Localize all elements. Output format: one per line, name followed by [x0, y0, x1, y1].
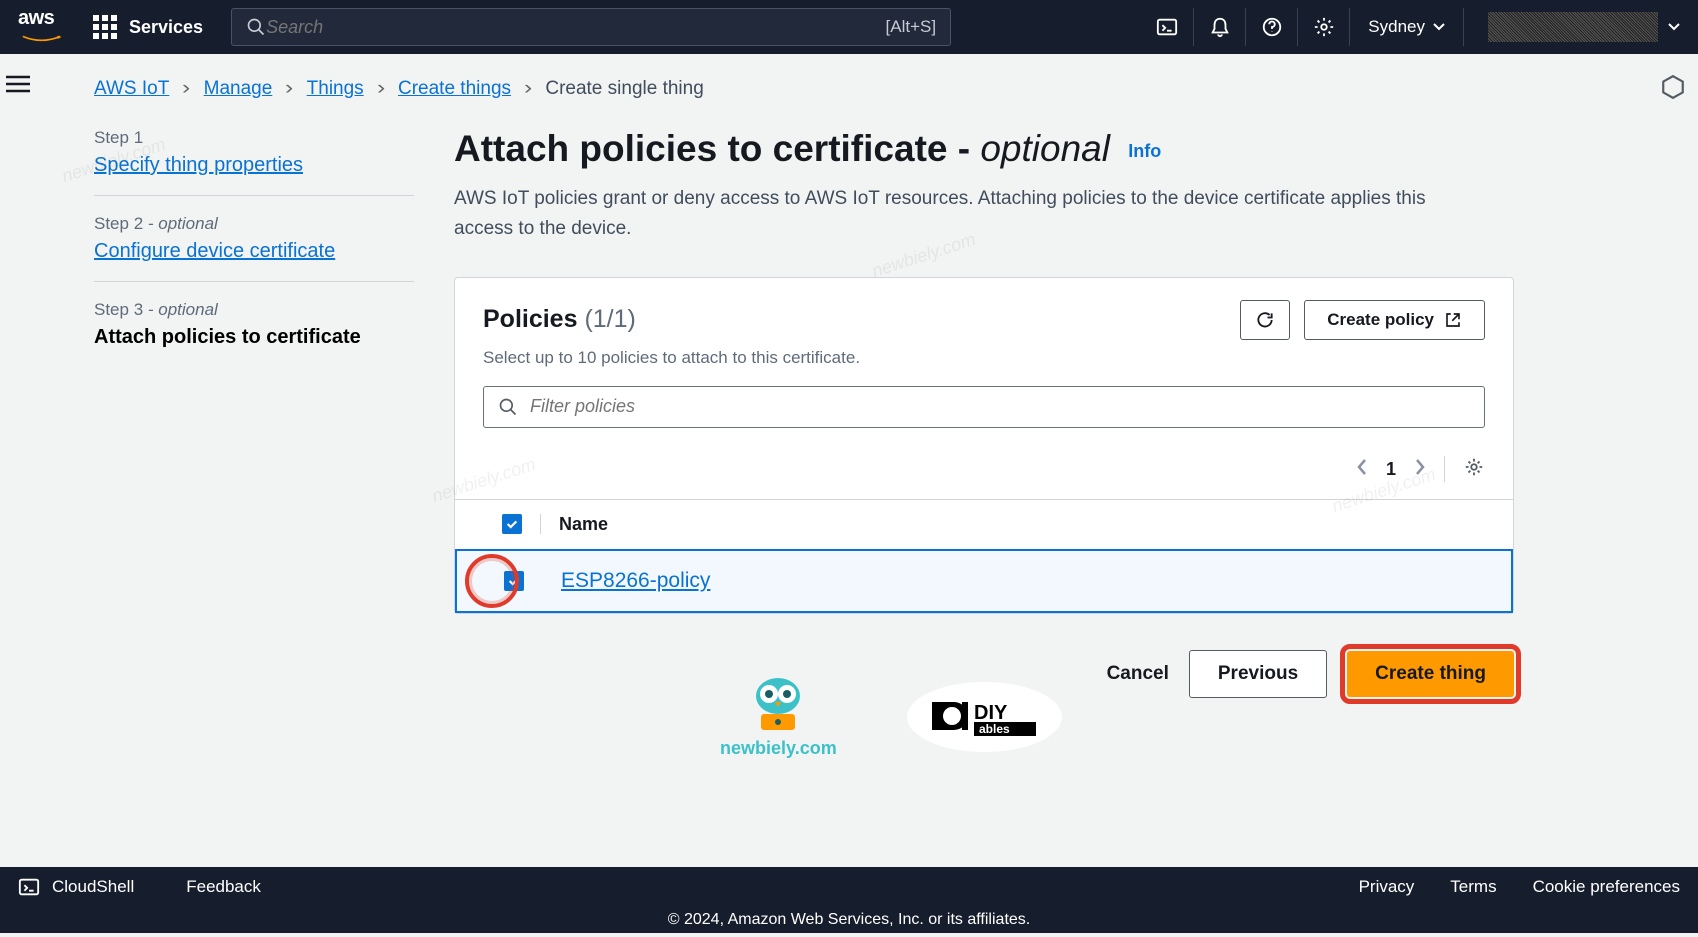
user-menu[interactable] [1488, 12, 1658, 42]
top-nav: aws Services [Alt+S] Sydney [0, 0, 1698, 54]
info-link[interactable]: Info [1128, 141, 1161, 161]
policy-link[interactable]: ESP8266-policy [543, 569, 710, 593]
table-header: Name [455, 499, 1513, 549]
cloudshell-icon[interactable] [1141, 8, 1193, 46]
chevron-right-icon: › [377, 78, 385, 100]
select-all-checkbox[interactable] [502, 514, 522, 534]
cloudshell-icon [18, 876, 40, 898]
external-link-icon [1444, 311, 1462, 329]
breadcrumb-create-things[interactable]: Create things [398, 78, 511, 100]
help-icon[interactable] [1245, 8, 1297, 46]
watermark-logos: newbiely.com DIY ables [720, 674, 1062, 759]
breadcrumb-current: Create single thing [545, 78, 703, 100]
pagination: 1 [455, 446, 1513, 499]
column-name-header: Name [541, 514, 608, 535]
right-panel-icon[interactable] [1660, 74, 1686, 105]
search-bar[interactable]: [Alt+S] [231, 8, 951, 46]
panel-title: Policies (1/1) [483, 305, 636, 334]
side-menu-toggle[interactable] [6, 74, 30, 99]
search-shortcut: [Alt+S] [886, 17, 937, 37]
step-2-link[interactable]: Configure device certificate [94, 240, 335, 262]
table-row[interactable]: ESP8266-policy [455, 549, 1513, 613]
diyables-logo: DIY ables [907, 682, 1062, 752]
wizard-steps: Step 1 Specify thing properties Step 2 -… [94, 128, 454, 728]
services-label: Services [129, 17, 203, 38]
refresh-button[interactable] [1240, 300, 1290, 340]
panel-subtitle: Select up to 10 policies to attach to th… [455, 340, 1513, 386]
feedback-link[interactable]: Feedback [186, 877, 261, 897]
chevron-down-icon [1668, 23, 1680, 31]
grid-icon [93, 15, 117, 39]
page-title: Attach policies to certificate - optiona… [454, 128, 1514, 170]
main-content: Attach policies to certificate - optiona… [454, 128, 1514, 728]
bottom-bar: CloudShell Feedback Privacy Terms Cookie… [0, 867, 1698, 907]
create-policy-label: Create policy [1327, 310, 1434, 330]
step-1-label: Step 1 [94, 128, 414, 148]
notifications-icon[interactable] [1193, 8, 1245, 46]
cookie-link[interactable]: Cookie preferences [1533, 877, 1680, 897]
terms-link[interactable]: Terms [1450, 877, 1496, 897]
newbiely-text: newbiely.com [720, 738, 837, 759]
create-policy-button[interactable]: Create policy [1304, 300, 1485, 340]
step-3-current: Attach policies to certificate [94, 326, 414, 349]
settings-icon[interactable] [1297, 8, 1349, 46]
previous-button[interactable]: Previous [1189, 650, 1327, 698]
svg-text:DIY: DIY [974, 702, 1008, 724]
region-label: Sydney [1368, 17, 1425, 37]
cloudshell-link[interactable]: CloudShell [52, 877, 134, 897]
search-input[interactable] [266, 17, 885, 38]
services-button[interactable]: Services [93, 15, 203, 39]
privacy-link[interactable]: Privacy [1359, 877, 1415, 897]
chevron-right-icon: › [524, 78, 532, 100]
step-1-link[interactable]: Specify thing properties [94, 154, 303, 176]
row-checkbox[interactable] [504, 571, 524, 591]
create-thing-button[interactable]: Create thing [1347, 651, 1514, 697]
page-next[interactable] [1414, 458, 1426, 481]
page-number: 1 [1386, 459, 1396, 480]
refresh-icon [1255, 310, 1275, 330]
breadcrumb: AWS IoT › Manage › Things › Create thing… [94, 78, 1654, 100]
filter-input-wrap[interactable] [483, 386, 1485, 428]
breadcrumb-things[interactable]: Things [307, 78, 364, 100]
svg-text:ables: ables [979, 722, 1010, 736]
copyright: © 2024, Amazon Web Services, Inc. or its… [0, 907, 1698, 933]
cancel-button[interactable]: Cancel [1107, 663, 1169, 685]
page-prev[interactable] [1356, 458, 1368, 481]
chevron-right-icon: › [285, 78, 293, 100]
chevron-down-icon [1433, 23, 1445, 31]
breadcrumb-aws-iot[interactable]: AWS IoT [94, 78, 169, 100]
search-icon [246, 17, 266, 37]
page-description: AWS IoT policies grant or deny access to… [454, 184, 1454, 245]
step-2-label: Step 2 - optional [94, 214, 414, 234]
newbiely-logo: newbiely.com [720, 674, 837, 759]
table-settings-icon[interactable] [1463, 456, 1485, 483]
search-icon [498, 397, 518, 417]
aws-logo[interactable]: aws [18, 7, 65, 48]
region-selector[interactable]: Sydney [1349, 8, 1463, 46]
filter-input[interactable] [530, 396, 1470, 417]
breadcrumb-manage[interactable]: Manage [204, 78, 273, 100]
step-3-label: Step 3 - optional [94, 300, 414, 320]
chevron-right-icon: › [182, 78, 190, 100]
policies-panel: Policies (1/1) Create policy Select up t… [454, 277, 1514, 614]
